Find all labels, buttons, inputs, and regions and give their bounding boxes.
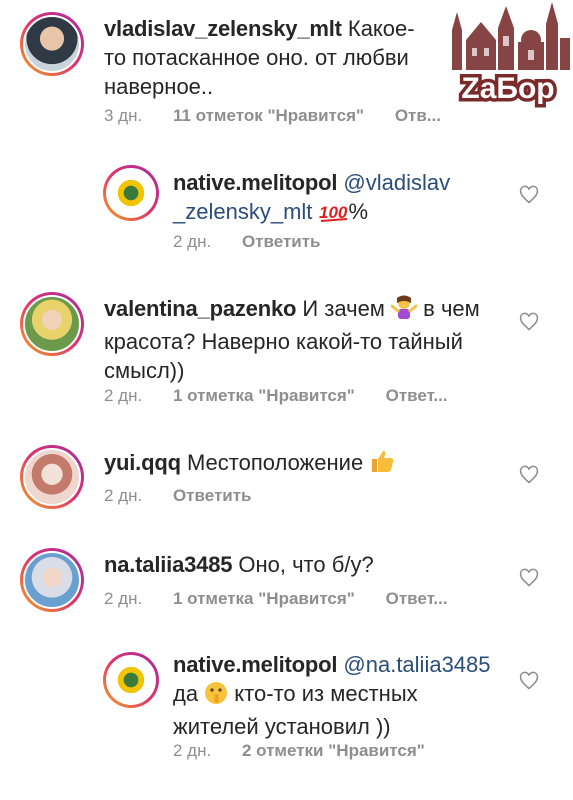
shushing-face-emoji-icon [204,681,228,712]
mention-link[interactable]: _zelensky_mlt [173,199,312,224]
comment-time: 2 дн. [104,486,143,505]
avatar[interactable] [103,165,159,221]
heart-outline-icon[interactable] [519,185,539,205]
avatar[interactable] [20,548,84,612]
zabor-logo-graphic: ZаБор [452,2,570,109]
reply-button[interactable]: Ответ... [386,386,448,405]
avatar[interactable] [20,12,84,76]
comment-body: кто-то из местных [228,681,418,706]
comment-body: Оно, что б/у? [232,552,374,577]
mention-link[interactable]: @vladislav [343,170,450,195]
comment-body: в чем [417,296,480,321]
comment-time: 2 дн. [173,232,212,251]
like-count[interactable]: 11 отметок "Нравится" [173,106,364,125]
avatar[interactable] [20,445,84,509]
comment-text: yui.qqq Местоположение [104,448,484,481]
comment-body: смысл)) [104,358,185,383]
comment-body: красота? Наверно какой-то тайный [104,329,463,354]
comment-body: И зачем [296,296,392,321]
like-count[interactable]: 2 отметки "Нравится" [242,741,425,760]
comment-text: valentina_pazenko И зачем в чем красота?… [104,294,484,385]
zabor-logo: ZаБор [444,0,573,109]
like-count[interactable]: 1 отметка "Нравится" [173,386,355,405]
comment-username[interactable]: native.melitopol [173,170,337,195]
comment-username[interactable]: vladislav_zelensky_mlt [104,16,342,41]
comment-time: 2 дн. [104,589,143,608]
comment-meta: 2 дн. Ответить [104,486,278,506]
comment-text: vladislav_zelensky_mlt Какое-то потаскан… [104,14,424,101]
reply-button[interactable]: Ответить [242,232,321,251]
logo-text: ZаБор [461,72,554,105]
avatar[interactable] [20,292,84,356]
heart-outline-icon[interactable] [519,312,539,332]
hundred-points-emoji-icon: 100 [319,201,349,230]
comment-meta: 2 дн. 2 отметки "Нравится" [173,741,451,761]
mention-link[interactable]: @na.taliia3485 [343,652,490,677]
reply-button[interactable]: Ответ... [386,589,448,608]
comment-meta: 2 дн. Ответить [173,232,347,252]
reply-button[interactable]: Отв... [395,106,441,125]
comment-text: native.melitopol @vladislav _zelensky_ml… [173,168,473,230]
heart-outline-icon[interactable] [519,465,539,485]
comment-meta: 2 дн. 1 отметка "Нравится" Ответ... [104,589,474,609]
heart-outline-icon[interactable] [519,671,539,691]
heart-outline-icon[interactable] [519,568,539,588]
comment-body: жителей установил )) [173,714,391,739]
comment-body: да [173,681,205,706]
comment-username[interactable]: valentina_pazenko [104,296,296,321]
thumbs-up-emoji-icon [369,448,395,481]
comment-body: Местоположение [180,450,370,475]
reply-button[interactable]: Ответить [173,486,252,505]
comment-meta: 2 дн. 1 отметка "Нравится" Ответ... [104,386,474,406]
comment-time: 3 дн. [104,106,143,125]
comment-body: % [348,199,369,224]
comment-username[interactable]: na.taliia3485 [104,552,232,577]
comment-time: 2 дн. [173,741,212,760]
comment-time: 2 дн. [104,386,143,405]
person-shrugging-emoji-icon [390,294,418,327]
comment-username[interactable]: yui.qqq [104,450,181,475]
comment-username[interactable]: native.melitopol [173,652,337,677]
like-count[interactable]: 1 отметка "Нравится" [173,589,355,608]
comment-text: na.taliia3485 Оно, что б/у? [104,550,484,579]
avatar[interactable] [103,652,159,708]
comment-meta: 3 дн. 11 отметок "Нравится" Отв... [104,106,467,126]
comment-text: native.melitopol @na.taliia3485 да кто-т… [173,650,503,741]
